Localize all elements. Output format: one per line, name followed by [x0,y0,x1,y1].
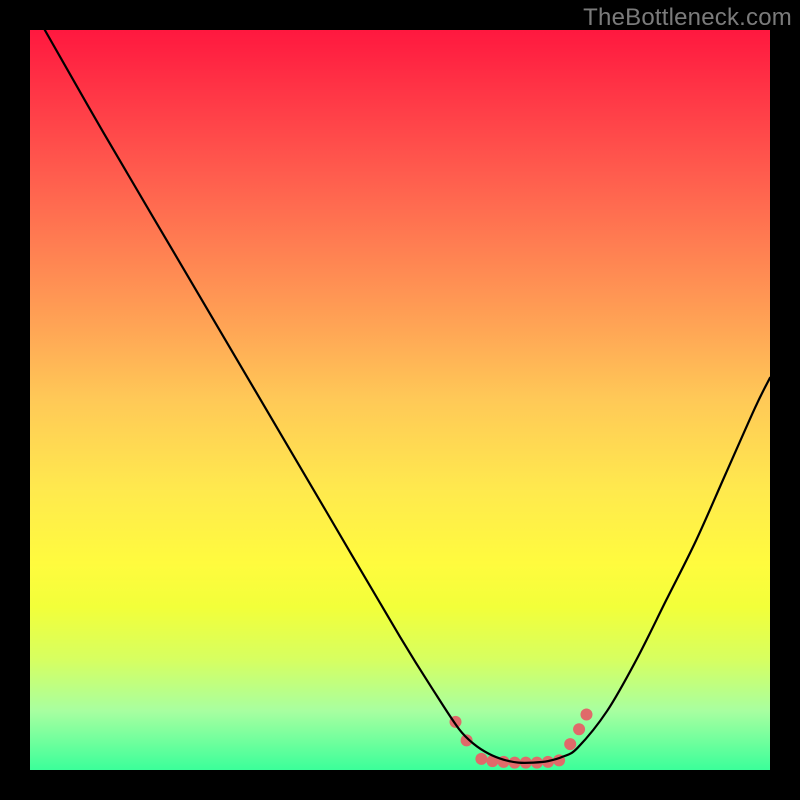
marker-dot [573,723,585,735]
chart-frame: TheBottleneck.com [0,0,800,800]
marker-dot [564,738,576,750]
chart-svg [30,30,770,770]
watermark-text: TheBottleneck.com [583,4,792,32]
marker-dot [580,709,592,721]
bottleneck-curve [45,30,770,763]
plot-area [30,30,770,770]
marker-dots [450,709,593,769]
marker-dot [475,753,487,765]
